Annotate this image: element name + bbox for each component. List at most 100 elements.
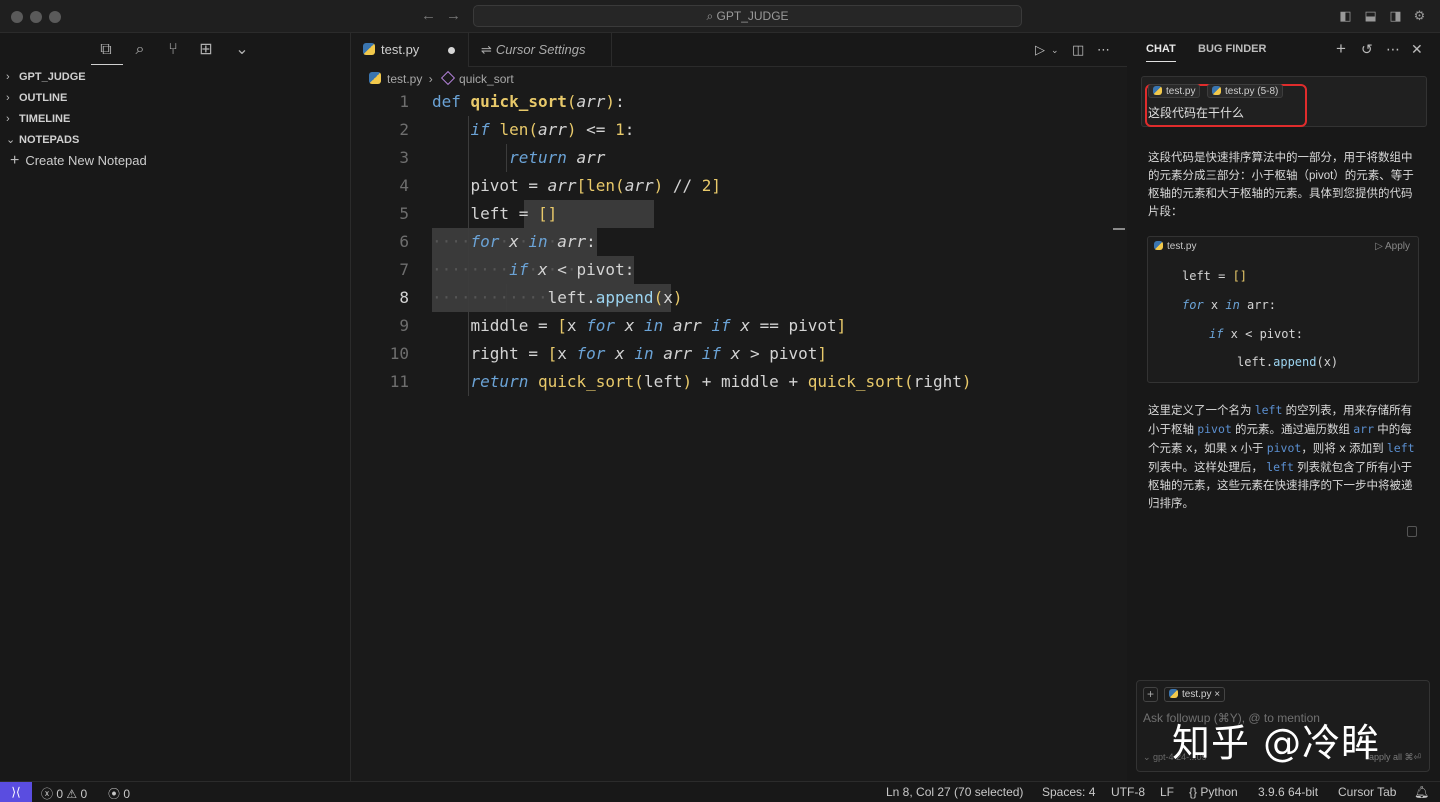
extensions-icon[interactable]: ⊞ (196, 40, 216, 60)
source-control-icon[interactable]: ⑂ (163, 40, 183, 60)
settings-gear-icon[interactable]: ⚙ (1412, 8, 1427, 23)
context-pill-file[interactable]: test.py (1148, 84, 1201, 98)
line-number: 7 (399, 260, 409, 279)
minimize-window-button[interactable] (30, 11, 42, 23)
context-pill-selection[interactable]: test.py (5-8) (1207, 84, 1284, 98)
close-window-button[interactable] (11, 11, 23, 23)
back-arrow-icon[interactable]: ← (421, 7, 436, 24)
title-bar: ← → ⌕ GPT_JUDGE ◧ ⬓ ◨ ⚙ (0, 0, 1440, 33)
code-line: 11 return quick_sort(left) + middle + qu… (351, 368, 1127, 396)
plus-icon: + (10, 152, 20, 169)
code-line: 2 if len(arr) <= 1: (351, 116, 1127, 144)
create-new-notepad-button[interactable]: + Create New Notepad (10, 151, 147, 171)
code-line: 1 def quick_sort(arr): (351, 88, 1127, 116)
code-line: 5 left = [] (351, 200, 1127, 228)
status-bar: ⟩⟨ ⓧ 0 ⚠ 0 ⦿ 0 Ln 8, Col 27 (70 selected… (0, 781, 1440, 802)
section-outline[interactable]: › OUTLINE (6, 88, 67, 108)
scrollbar-cursor-marker[interactable] (1113, 228, 1125, 230)
more-actions-icon[interactable]: ⋯ (1097, 42, 1110, 58)
section-gpt-judge[interactable]: › GPT_JUDGE (6, 67, 86, 87)
apply-button[interactable]: ▷ Apply (1375, 241, 1410, 252)
breadcrumb-file[interactable]: test.py (387, 72, 422, 86)
command-center-search[interactable]: ⌕ GPT_JUDGE (473, 5, 1022, 27)
more-views-chevron-down-icon[interactable]: ⌄ (232, 40, 252, 60)
run-options-chevron-down-icon[interactable]: ⌄ (1051, 45, 1059, 56)
python-file-icon (1212, 86, 1221, 95)
python-file-icon (363, 43, 375, 55)
python-file-icon (1154, 241, 1163, 250)
notifications-bell-icon[interactable]: 🔔︎ (1414, 785, 1429, 799)
chevron-right-icon: › (6, 113, 10, 125)
problems-indicator[interactable]: ⓧ 0 ⚠ 0 (41, 785, 87, 802)
line-number: 11 (389, 372, 409, 391)
run-play-icon[interactable]: ▷ (1035, 42, 1045, 58)
tab-test-py[interactable]: test.py (351, 33, 469, 67)
toggle-primary-sidebar-icon[interactable]: ◧ (1338, 8, 1353, 23)
copy-icon[interactable] (1407, 526, 1417, 537)
toggle-panel-icon[interactable]: ⬓ (1363, 8, 1378, 23)
method-cube-icon (440, 70, 456, 86)
code-block-line: left = [] (1182, 269, 1248, 283)
chevron-right-icon: › (6, 71, 10, 83)
chat-history-icon[interactable]: ↺ (1361, 41, 1373, 58)
add-context-plus-icon[interactable]: + (1143, 687, 1158, 702)
end-of-line[interactable]: LF (1160, 785, 1174, 799)
activity-bar: ⧉ ⌕ ⑂ ⊞ ⌄ (0, 33, 351, 69)
code-line: 8 ············left.append(x) (351, 284, 1127, 312)
chevron-down-icon: ⌄ (6, 134, 16, 146)
section-timeline[interactable]: › TIMELINE (6, 109, 70, 129)
cursor-tab[interactable]: Cursor Tab (1338, 785, 1396, 799)
line-number: 6 (399, 232, 409, 251)
indentation[interactable]: Spaces: 4 (1042, 785, 1095, 799)
remote-indicator-icon[interactable]: ⟩⟨ (0, 782, 32, 802)
line-number: 1 (399, 92, 409, 111)
chevron-right-icon: › (428, 72, 433, 86)
python-file-icon (369, 72, 381, 84)
broadcast-icon: ⦿ (108, 787, 121, 801)
code-line: 10 right = [x for x in arr if x > pivot] (351, 340, 1127, 368)
toggle-secondary-sidebar-icon[interactable]: ◨ (1388, 8, 1403, 23)
new-chat-plus-icon[interactable]: + (1336, 39, 1346, 59)
forward-arrow-icon[interactable]: → (446, 7, 461, 24)
more-options-icon[interactable]: ⋯ (1386, 41, 1400, 58)
breadcrumb-symbol[interactable]: quick_sort (459, 72, 514, 86)
tab-chat[interactable]: CHAT (1146, 43, 1176, 62)
braces-icon: {} (1189, 785, 1198, 799)
code-block-file: test.py (1154, 241, 1196, 252)
editor-tabs: test.py ⇌ Cursor Settings ▷ ⌄ ◫ ⋯ (351, 33, 1127, 67)
close-panel-icon[interactable]: ✕ (1411, 41, 1423, 58)
code-block-line: for x in arr: (1182, 298, 1276, 312)
encoding[interactable]: UTF-8 (1111, 785, 1145, 799)
active-view-indicator (91, 64, 123, 65)
unsaved-dot-icon[interactable] (448, 47, 455, 54)
explorer-files-icon[interactable]: ⧉ (96, 40, 116, 60)
line-number: 2 (399, 120, 409, 139)
search-icon[interactable]: ⌕ (130, 40, 150, 60)
language-mode[interactable]: {} Python (1189, 785, 1238, 799)
python-interpreter[interactable]: 3.9.6 64-bit (1258, 785, 1318, 799)
code-line: 9 middle = [x for x in arr if x == pivot… (351, 312, 1127, 340)
user-question-text: 这段代码在干什么 (1148, 106, 1245, 120)
maximize-window-button[interactable] (49, 11, 61, 23)
tab-bug-finder[interactable]: BUG FINDER (1198, 43, 1266, 55)
play-icon: ▷ (1375, 241, 1385, 252)
cursor-position[interactable]: Ln 8, Col 27 (70 selected) (886, 785, 1023, 799)
code-line: 3 return arr (351, 144, 1127, 172)
line-number: 10 (389, 344, 409, 363)
tab-cursor-settings[interactable]: ⇌ Cursor Settings (469, 33, 612, 67)
close-icon[interactable]: × (1214, 689, 1220, 700)
split-editor-icon[interactable]: ◫ (1072, 42, 1084, 58)
breadcrumb: test.py › quick_sort (369, 69, 514, 89)
answer-explanation: 这里定义了一个名为 left 的空列表，用来存储所有小于枢轴 pivot 的元素… (1148, 403, 1415, 510)
answer-intro: 这段代码是快速排序算法中的一部分，用于将数组中的元素分成三部分：小于枢轴（piv… (1148, 152, 1414, 218)
search-icon: ⌕ (706, 9, 714, 23)
window-title: GPT_JUDGE (716, 9, 789, 23)
line-number: 3 (399, 148, 409, 167)
input-context-pill[interactable]: test.py × (1164, 687, 1226, 702)
section-notepads[interactable]: ⌄ NOTEPADS (6, 130, 79, 150)
line-number: 9 (399, 316, 409, 335)
ports-indicator[interactable]: ⦿ 0 (108, 785, 130, 802)
code-line: 4 pivot = arr[len(arr) // 2] (351, 172, 1127, 200)
watermark: 知乎 @冷眸 (1172, 721, 1381, 765)
code-line: 6 ····for·x·in·arr: (351, 228, 1127, 256)
